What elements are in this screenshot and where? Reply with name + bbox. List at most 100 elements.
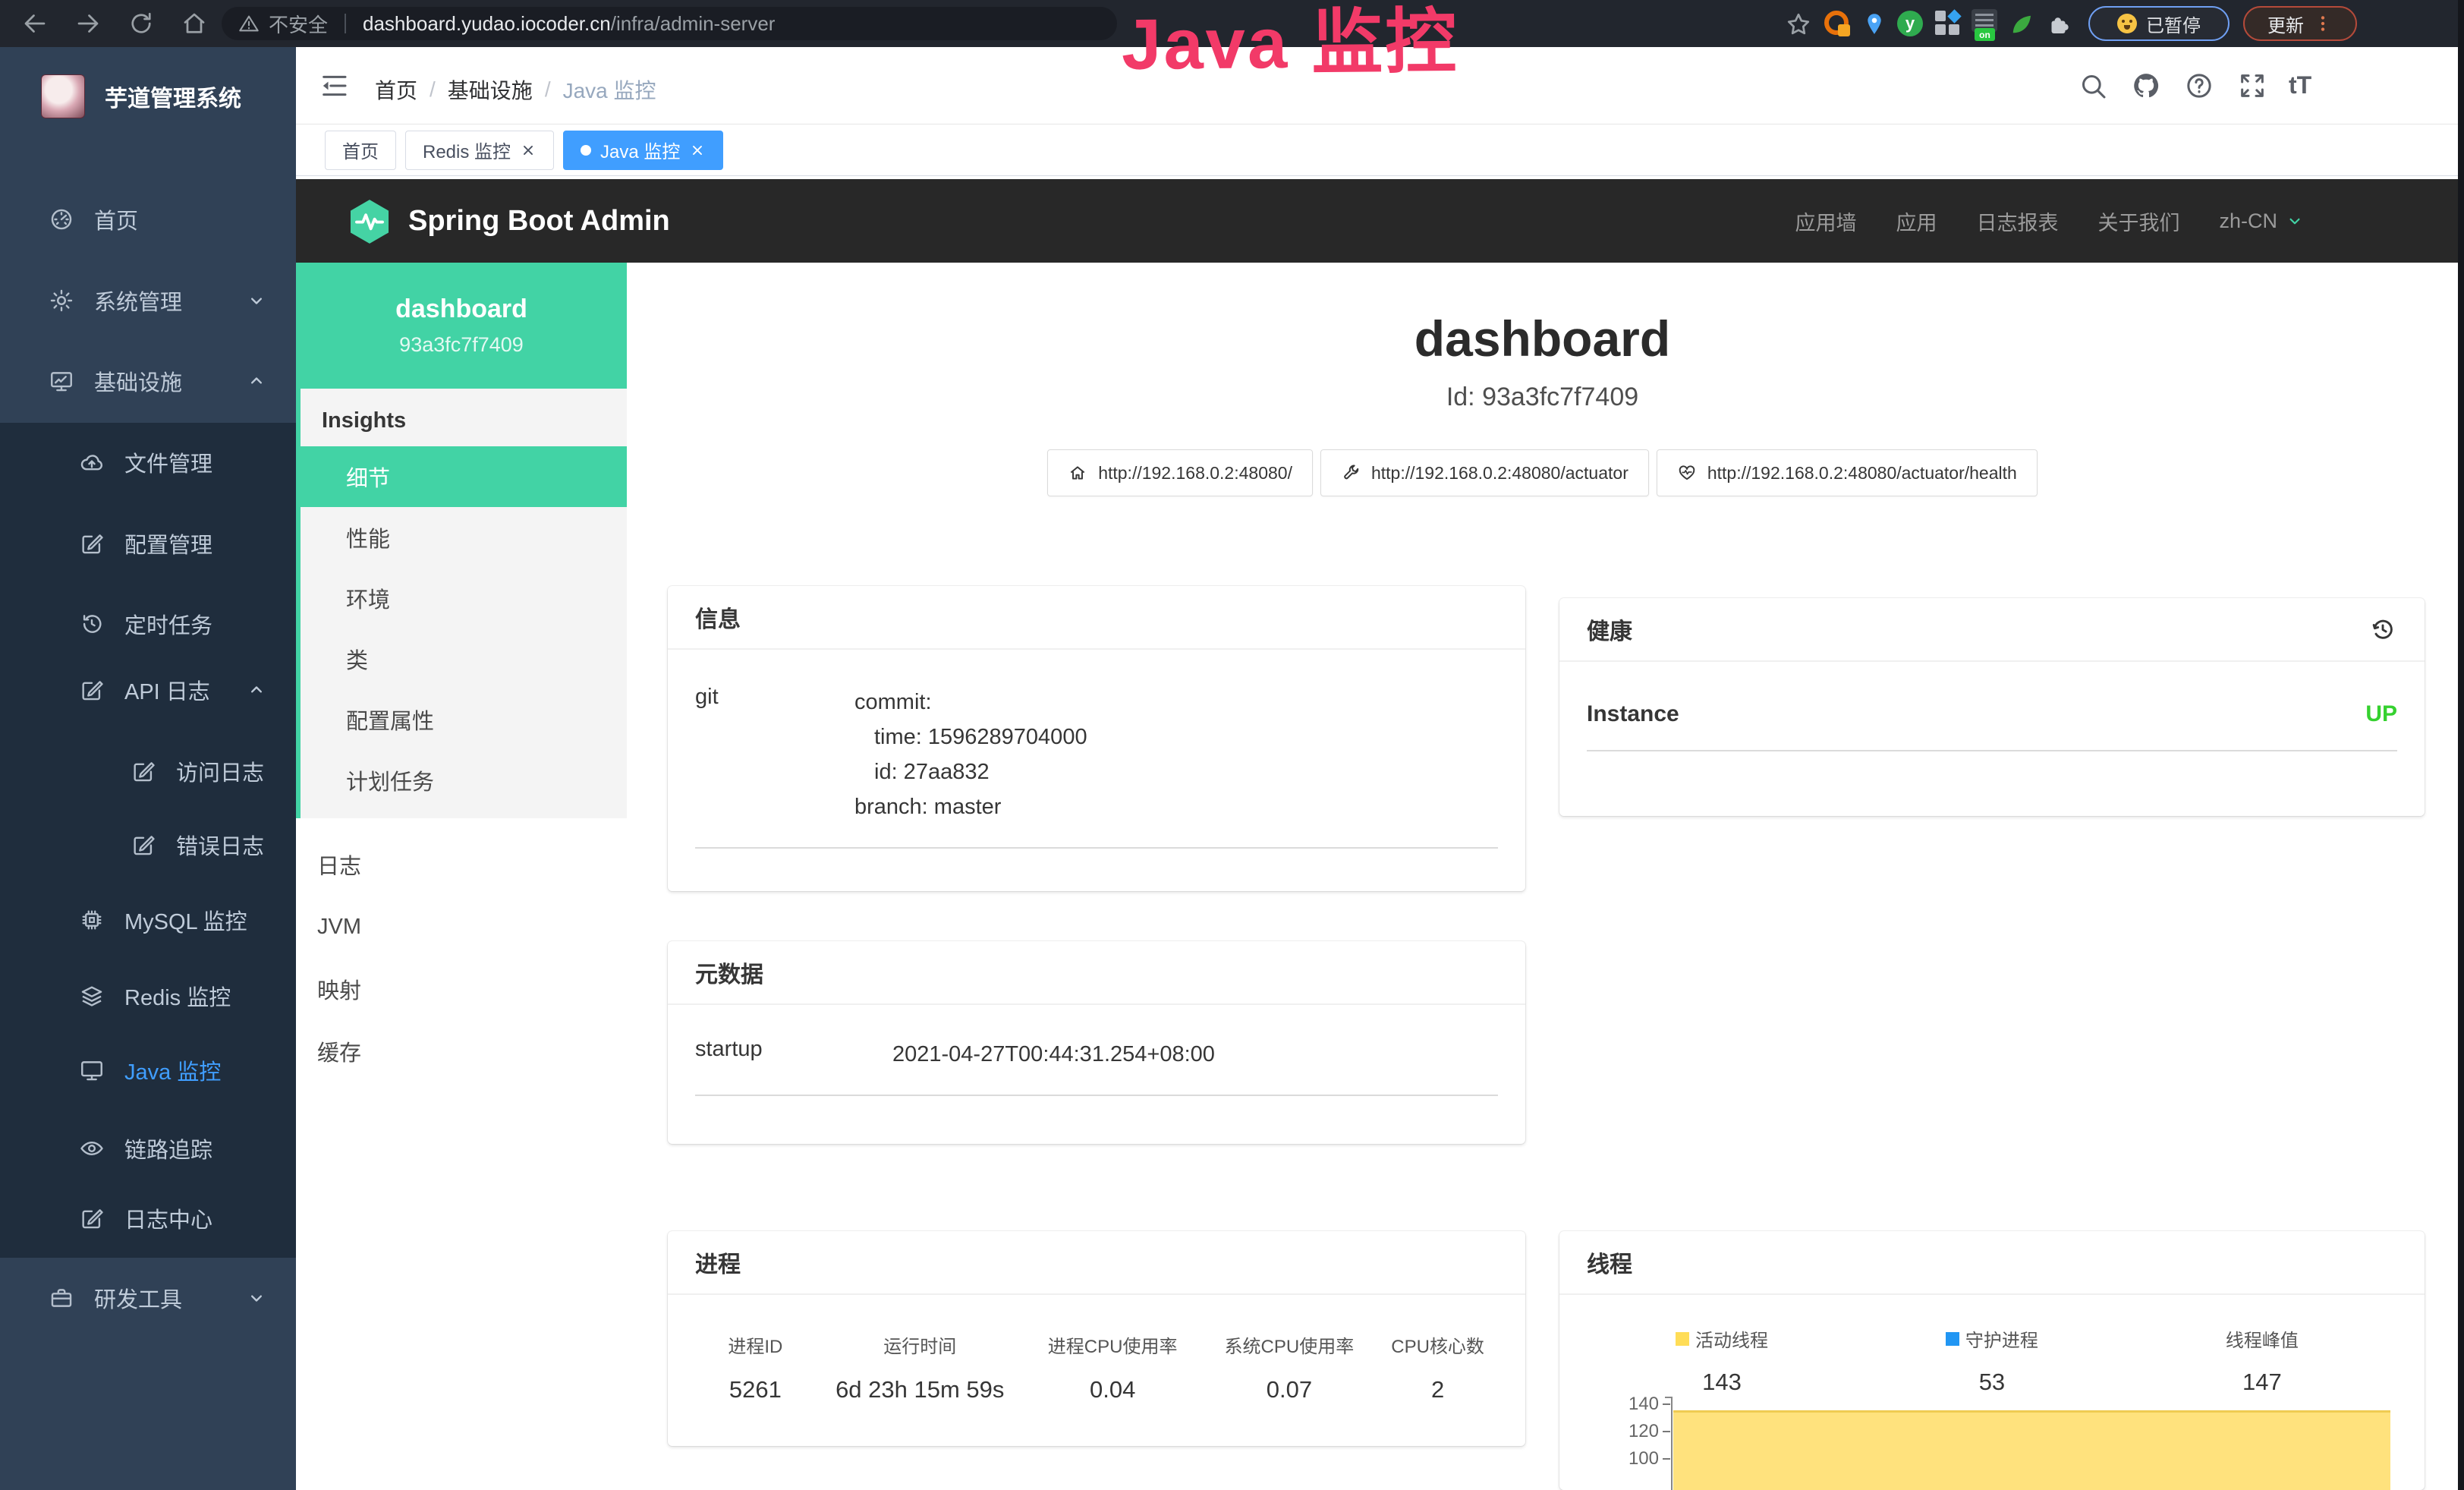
process-col-proc-cpu: 进程CPU使用率 0.04	[1024, 1331, 1201, 1403]
close-icon[interactable]	[689, 142, 706, 159]
extension-icon[interactable]: y	[1897, 11, 1924, 38]
history-clock-icon[interactable]	[2368, 615, 2397, 644]
back-icon[interactable]	[21, 10, 49, 37]
y-tick-label: 100	[1587, 1448, 1659, 1470]
screen: 不安全 dashboard.yudao.iocoder.cn/infra/adm…	[0, 0, 2464, 1490]
git-time-line: time: 1596289704000	[854, 720, 1087, 754]
bookmark-star-icon[interactable]	[1785, 11, 1812, 38]
health-card: 健康 Instance UP	[1559, 598, 2425, 816]
sidebar-item-log-center[interactable]: 日志中心	[0, 1184, 296, 1252]
sba-item-jvm[interactable]: JVM	[296, 896, 627, 958]
pin-extension-icon[interactable]	[1861, 11, 1888, 38]
sidebar-item-tracing[interactable]: 链路追踪	[0, 1114, 296, 1183]
fullscreen-icon[interactable]	[2237, 71, 2267, 101]
gauge-icon	[49, 206, 74, 232]
tab-home[interactable]: 首页	[325, 131, 396, 170]
help-icon[interactable]	[2184, 71, 2214, 101]
sidebar-item-java-monitor[interactable]: Java 监控	[0, 1036, 296, 1104]
sba-nav-journal[interactable]: 日志报表	[1976, 206, 2058, 236]
sba-nav-about[interactable]: 关于我们	[2097, 206, 2179, 236]
metadata-card-body: startup 2021-04-27T00:44:31.254+08:00	[668, 1005, 1525, 1119]
breadcrumb-home[interactable]: 首页	[375, 74, 417, 105]
browser-update-button[interactable]: 更新	[2243, 6, 2357, 41]
extension-grid-icon[interactable]	[1935, 11, 1962, 38]
y-tick-mark	[1663, 1458, 1670, 1460]
extension-icon[interactable]	[1824, 11, 1852, 38]
legend-label: 守护进程	[1965, 1325, 2038, 1352]
not-secure-warning-icon[interactable]	[238, 13, 260, 34]
emoji-face-icon	[2117, 14, 2137, 33]
sidebar-item-error-logs[interactable]: 错误日志	[0, 811, 296, 879]
actuator-link[interactable]: http://192.168.0.2:48080/actuator	[1320, 449, 1649, 496]
sba-item-classes[interactable]: 类	[301, 628, 627, 689]
chevron-up-icon	[246, 679, 267, 701]
sba-item-metrics[interactable]: 性能	[301, 507, 627, 568]
close-icon[interactable]	[520, 142, 537, 159]
tab-redis-monitor[interactable]: Redis 监控	[405, 131, 554, 170]
sidebar-item-mysql-monitor[interactable]: MySQL 监控	[0, 886, 296, 954]
legend-label: 线程峰值	[2226, 1325, 2299, 1352]
sba-app-block[interactable]: dashboard 93a3fc7f7409	[296, 263, 627, 389]
health-card-title: 健康	[1587, 613, 1632, 646]
sba-nav-applications[interactable]: 应用	[1896, 206, 1937, 236]
extension-on-icon[interactable]: on	[1972, 9, 1999, 36]
sidebar-item-dev-tools[interactable]: 研发工具	[0, 1264, 296, 1332]
status-badge: UP	[2365, 701, 2397, 727]
sidebar-item-redis-monitor[interactable]: Redis 监控	[0, 962, 296, 1030]
history-icon	[79, 611, 105, 637]
font-size-icon[interactable]: tT	[2289, 71, 2311, 99]
sba-item-mappings[interactable]: 映射	[296, 958, 627, 1020]
locale-selector[interactable]: zh-CN	[2219, 209, 2305, 233]
metadata-row-startup: startup 2021-04-27T00:44:31.254+08:00	[695, 1037, 1498, 1096]
sidebar-item-home[interactable]: 首页	[0, 185, 296, 254]
sidebar-item-infra[interactable]: 基础设施	[0, 347, 296, 415]
health-link[interactable]: http://192.168.0.2:48080/actuator/health	[1657, 449, 2038, 496]
chevron-down-icon	[2285, 211, 2305, 231]
y-tick-label: 140	[1587, 1394, 1659, 1415]
sidebar-item-label: 研发工具	[94, 1282, 182, 1314]
extensions-puzzle-icon[interactable]	[2046, 11, 2073, 38]
sba-item-details[interactable]: 细节	[301, 446, 627, 507]
col-header: 系统CPU使用率	[1201, 1331, 1378, 1358]
sba-item-scheduled-tasks[interactable]: 计划任务	[301, 750, 627, 811]
sba-brand-title[interactable]: Spring Boot Admin	[408, 179, 670, 263]
sba-item-logs[interactable]: 日志	[296, 833, 627, 896]
hamburger-icon[interactable]	[319, 71, 349, 101]
process-col-pid: 进程ID 5261	[695, 1331, 816, 1403]
cloud-upload-icon	[79, 449, 105, 475]
search-icon[interactable]	[2078, 71, 2108, 101]
breadcrumb-infra[interactable]: 基础设施	[448, 74, 533, 105]
col-header: 运行时间	[816, 1331, 1024, 1358]
overflow-menu-icon[interactable]	[2313, 14, 2333, 33]
sidebar-item-scheduled-jobs[interactable]: 定时任务	[0, 590, 296, 658]
tab-java-monitor[interactable]: Java 监控	[563, 131, 723, 170]
sidebar-item-api-logs[interactable]: API 日志	[0, 656, 296, 724]
reload-icon[interactable]	[127, 10, 155, 37]
edit-icon	[79, 531, 105, 556]
breadcrumb-current: Java 监控	[563, 74, 656, 105]
sidebar-item-system[interactable]: 系统管理	[0, 266, 296, 335]
github-icon[interactable]	[2131, 71, 2161, 101]
paused-extension-badge[interactable]: 已暂停	[2088, 6, 2230, 41]
threads-card-title: 线程	[1559, 1231, 2425, 1295]
sba-nav-wallboard[interactable]: 应用墙	[1795, 206, 1856, 236]
live-threads-area	[1673, 1410, 2390, 1490]
sba-app-name: dashboard	[395, 295, 527, 324]
process-card: 进程 进程ID 5261 运行时间 6d 23h 15m 59s 进程CPU使用…	[668, 1231, 1525, 1446]
sba-item-environment[interactable]: 环境	[301, 568, 627, 628]
sidebar-item-file-mgmt[interactable]: 文件管理	[0, 428, 296, 496]
home-nav-icon[interactable]	[181, 10, 208, 37]
leaf-extension-icon[interactable]	[2008, 11, 2035, 38]
main-content: dashboard Id: 93a3fc7f7409 http://192.16…	[627, 263, 2458, 1490]
instance-home-link[interactable]: http://192.168.0.2:48080/	[1047, 449, 1313, 496]
col-value: 2	[1377, 1376, 1498, 1403]
address-bar[interactable]: 不安全 dashboard.yudao.iocoder.cn/infra/adm…	[222, 7, 1117, 40]
sidebar-item-config-mgmt[interactable]: 配置管理	[0, 509, 296, 578]
sidebar-item-label: 定时任务	[124, 608, 212, 640]
sba-item-caches[interactable]: 缓存	[296, 1020, 627, 1082]
edit-icon	[79, 1205, 105, 1231]
forward-icon[interactable]	[74, 10, 102, 37]
sba-item-config-props[interactable]: 配置属性	[301, 689, 627, 750]
sidebar-item-access-logs[interactable]: 访问日志	[0, 737, 296, 805]
window-edge-scrollbar[interactable]	[2458, 0, 2464, 1490]
